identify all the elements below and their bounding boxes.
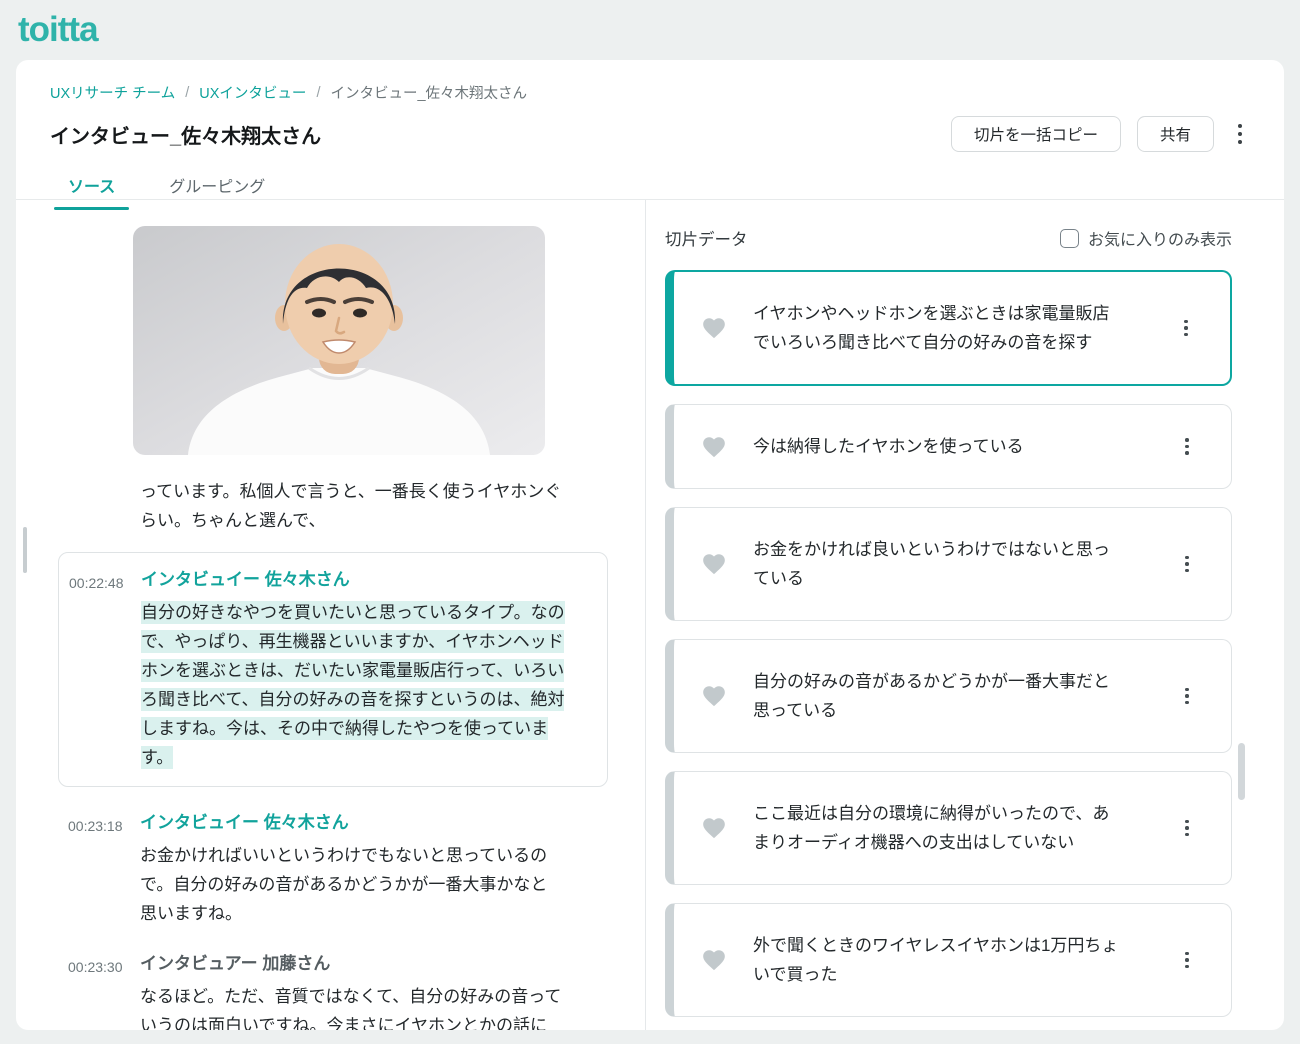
snippet-card[interactable]: 今は納得したイヤホンを使っている (665, 404, 1232, 489)
favorite-heart-icon[interactable] (674, 551, 753, 577)
source-panel: っています。私個人で言うと、一番長く使うイヤホンぐらい。ちゃんと選んで、 00:… (16, 200, 646, 1030)
snippet-text: 外で聞くときのワイヤレスイヤホンは1万円ちょいで買った (753, 936, 1119, 984)
transcript-timestamp[interactable]: 00:23:18 (68, 808, 140, 928)
transcript-continuation: っています。私個人で言うと、一番長く使うイヤホンぐらい。ちゃんと選んで、 (68, 477, 645, 535)
content-split: っています。私個人で言うと、一番長く使うイヤホンぐらい。ちゃんと選んで、 00:… (16, 200, 1284, 1030)
breadcrumb-team-link[interactable]: UXリサーチ チーム (50, 82, 175, 103)
main-card: UXリサーチ チーム / UXインタビュー / インタビュー_佐々木翔太さん イ… (16, 60, 1284, 1030)
favorite-heart-icon[interactable] (674, 683, 753, 709)
speaker-name: インタビュイー 佐々木さん (141, 570, 350, 589)
transcript-block: 00:23:18 インタビュイー 佐々木さん お金かければいいというわけでもない… (68, 808, 645, 928)
breadcrumb-current: インタビュー_佐々木翔太さん (330, 86, 528, 102)
favorite-heart-icon[interactable] (674, 434, 753, 460)
speaker-name: インタビュアー 加藤さん (140, 954, 331, 973)
transcript-timestamp[interactable]: 00:22:48 (69, 565, 141, 772)
title-row: インタビュー_佐々木翔太さん 切片を一括コピー 共有 (50, 116, 1250, 152)
snippet-menu-icon[interactable] (1143, 818, 1231, 838)
header-actions: 切片を一括コピー 共有 (950, 116, 1250, 152)
snippet-menu-icon[interactable] (1143, 686, 1231, 706)
speaker-name: インタビュイー 佐々木さん (140, 813, 349, 832)
snippet-text: 自分の好みの音があるかどうかが一番大事だと思っている (753, 672, 1110, 720)
snippets-panel-title: 切片データ (665, 231, 748, 249)
page-title: インタビュー_佐々木翔太さん (50, 125, 322, 148)
snippet-card-list: イヤホンやヘッドホンを選ぶときは家電量販店でいろいろ聞き比べて自分の好みの音を探… (665, 270, 1232, 1017)
transcript-block: 00:23:30 インタビュアー 加藤さん なるほど。ただ、音質ではなくて、自分… (68, 949, 645, 1030)
transcript-text: お金かければいいというわけでもないと思っているので。自分の好みの音があるかどうか… (140, 846, 548, 923)
transcript-text: なるほど。ただ、音質ではなくて、自分の好みの音っていうのは面白いですね。今まさに… (140, 987, 562, 1030)
more-options-icon[interactable] (1230, 119, 1250, 150)
breadcrumb-separator: / (185, 84, 190, 101)
snippets-panel: 切片データ お気に入りのみ表示 イヤホンやヘッドホンを選ぶときは家電量販店でいろ… (646, 200, 1284, 1030)
snippet-menu-icon[interactable] (1143, 950, 1231, 970)
transcript-text-highlighted: 自分の好きなやつを買いたいと思っているタイプ。なので、やっぱり、再生機器といいま… (141, 601, 565, 769)
snippet-card[interactable]: お金をかければ良いというわけではないと思っている (665, 507, 1232, 621)
breadcrumb-separator: / (316, 84, 321, 101)
favorites-checkbox[interactable] (1059, 228, 1079, 248)
right-scrollbar-thumb[interactable] (1238, 743, 1245, 800)
snippet-menu-icon[interactable] (1142, 318, 1230, 338)
card-header: UXリサーチ チーム / UXインタビュー / インタビュー_佐々木翔太さん イ… (16, 60, 1284, 210)
favorites-filter-label: お気に入りのみ表示 (1087, 232, 1232, 249)
snippet-menu-icon[interactable] (1143, 436, 1231, 456)
toitta-logo: toitta (18, 10, 99, 49)
copy-snippets-button[interactable]: 切片を一括コピー (950, 116, 1121, 152)
snippet-card[interactable]: ここ最近は自分の環境に納得がいったので、あまりオーディオ機器への支出はしていない (665, 771, 1232, 885)
snippet-card[interactable]: 自分の好みの音があるかどうかが一番大事だと思っている (665, 639, 1232, 753)
snippet-card[interactable]: イヤホンやヘッドホンを選ぶときは家電量販店でいろいろ聞き比べて自分の好みの音を探… (665, 270, 1232, 386)
snippet-menu-icon[interactable] (1143, 554, 1231, 574)
snippet-text: 今は納得したイヤホンを使っている (753, 437, 1024, 456)
breadcrumb-project-link[interactable]: UXインタビュー (199, 82, 306, 103)
snippet-text: お金をかければ良いというわけではないと思っている (753, 540, 1110, 588)
interviewee-video-thumbnail[interactable] (133, 226, 545, 455)
transcript-timestamp[interactable]: 00:23:30 (68, 949, 140, 1030)
transcript: っています。私個人で言うと、一番長く使うイヤホンぐらい。ちゃんと選んで、 00:… (16, 477, 645, 1030)
left-scrollbar-thumb[interactable] (23, 527, 27, 573)
transcript-block-selected[interactable]: 00:22:48 インタビュイー 佐々木さん 自分の好きなやつを買いたいと思って… (58, 552, 608, 787)
favorite-heart-icon[interactable] (674, 815, 753, 841)
favorite-heart-icon[interactable] (674, 315, 753, 341)
favorites-filter[interactable]: お気に入りのみ表示 (1059, 226, 1232, 250)
favorite-heart-icon[interactable] (674, 947, 753, 973)
snippet-text: イヤホンやヘッドホンを選ぶときは家電量販店でいろいろ聞き比べて自分の好みの音を探… (753, 304, 1110, 352)
transcript-continuation-text: っています。私個人で言うと、一番長く使うイヤホンぐらい。ちゃんと選んで、 (140, 482, 562, 530)
top-bar: toitta (0, 0, 1300, 60)
share-button[interactable]: 共有 (1136, 116, 1214, 152)
snippet-text: ここ最近は自分の環境に納得がいったので、あまりオーディオ機器への支出はしていない (753, 804, 1110, 852)
snippets-panel-header: 切片データ お気に入りのみ表示 (665, 226, 1232, 250)
breadcrumb: UXリサーチ チーム / UXインタビュー / インタビュー_佐々木翔太さん (50, 82, 1250, 103)
snippet-card[interactable]: 外で聞くときのワイヤレスイヤホンは1万円ちょいで買った (665, 903, 1232, 1017)
